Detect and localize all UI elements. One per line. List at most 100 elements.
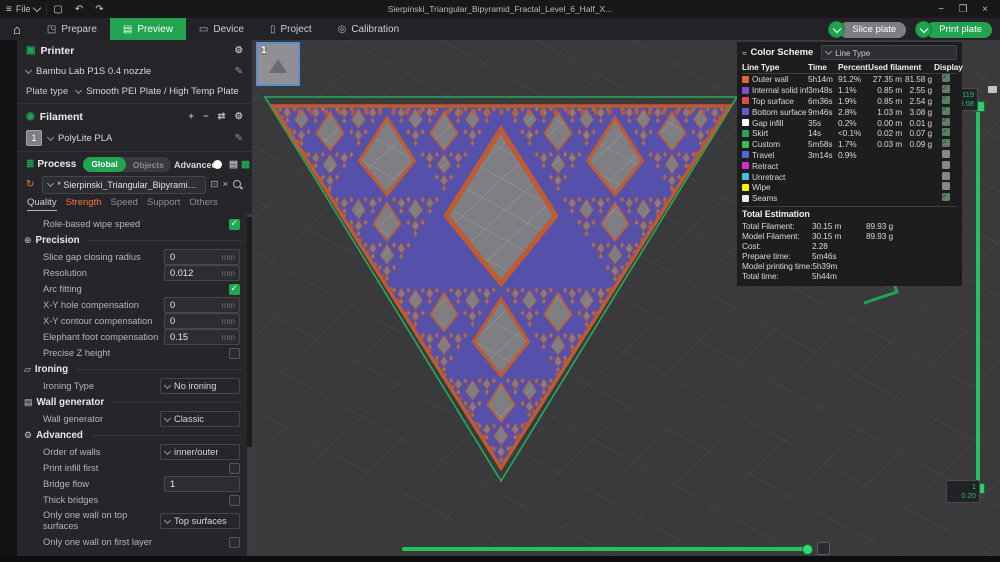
reset-preset-icon[interactable]: ↻ xyxy=(26,179,34,190)
process-scope-switch[interactable]: Global Objects xyxy=(83,157,171,172)
time-value: 5m58s xyxy=(808,139,838,149)
section-title: Advanced xyxy=(36,430,83,441)
time-value: 3m14s xyxy=(808,150,838,160)
estimation-row: Model Filament:30.15 m89.93 g xyxy=(742,231,957,241)
input-unit: mm xyxy=(222,317,239,326)
checkbox[interactable] xyxy=(229,219,240,230)
scrollbar-thumb[interactable] xyxy=(247,217,252,447)
sidebar-scrollbar[interactable] xyxy=(247,214,252,556)
process-section-header: ≣ Process Global Objects Advanced ▤ ▦ xyxy=(17,154,252,175)
minimize-button[interactable]: − xyxy=(930,4,952,15)
display-checkbox[interactable] xyxy=(942,85,950,93)
dropdown[interactable]: Classic xyxy=(160,411,240,427)
undo-button[interactable]: ↶ xyxy=(69,0,89,18)
close-button[interactable]: × xyxy=(974,4,996,15)
display-checkbox[interactable] xyxy=(942,182,950,190)
checkbox[interactable] xyxy=(229,537,240,548)
display-checkbox[interactable] xyxy=(942,172,950,180)
printer-preset-select[interactable]: Bambu Lab P1S 0.4 nozzle xyxy=(26,66,229,77)
layer-slider-track[interactable] xyxy=(976,105,980,487)
display-checkbox[interactable] xyxy=(942,74,950,82)
input-field[interactable]: 0mm xyxy=(164,297,240,313)
move-slider-track[interactable] xyxy=(402,547,812,551)
ironing-icon: ▱ xyxy=(24,364,31,375)
tab-project[interactable]: ▯Project xyxy=(257,18,325,40)
tab-calibration[interactable]: ◎Calibration xyxy=(325,18,413,40)
input-field[interactable]: 0mm xyxy=(164,249,240,265)
dropdown[interactable]: inner/outer xyxy=(160,444,240,460)
edit-filament-icon[interactable]: ✎ xyxy=(235,133,243,144)
checkbox[interactable] xyxy=(229,284,240,295)
redo-button[interactable]: ↷ xyxy=(89,0,109,18)
edit-printer-icon[interactable]: ✎ xyxy=(235,66,243,77)
dropdown[interactable]: Top surfaces xyxy=(160,513,240,529)
line-type-label: Top surface xyxy=(752,96,794,106)
display-checkbox[interactable] xyxy=(942,150,950,158)
display-checkbox[interactable] xyxy=(942,118,950,126)
input-field[interactable]: 0.15mm xyxy=(164,329,240,345)
plate-type-select[interactable]: Smooth PEI Plate / High Temp Plate xyxy=(76,86,243,97)
input-field[interactable]: 0.012mm xyxy=(164,265,240,281)
search-icon[interactable] xyxy=(232,179,243,190)
tab-device[interactable]: ▭Device xyxy=(186,18,257,40)
hamburger-icon: ≡ xyxy=(6,4,12,15)
tab-speed[interactable]: Speed xyxy=(111,197,138,208)
printer-icon: ▣ xyxy=(26,45,35,56)
move-slider-handle[interactable] xyxy=(802,544,813,555)
move-slider-end-badge[interactable] xyxy=(817,542,830,555)
add-filament-button[interactable]: + xyxy=(188,111,194,122)
home-button[interactable]: ⌂ xyxy=(0,22,34,37)
file-menu[interactable]: ≡ File xyxy=(0,0,46,18)
filament-settings-gear-icon[interactable]: ⚙ xyxy=(234,111,243,122)
tab-quality[interactable]: Quality xyxy=(27,197,57,211)
filament-preset-select[interactable]: PolyLite PLA xyxy=(48,133,229,144)
percent-value: <0.1% xyxy=(838,128,868,138)
tab-preview[interactable]: ▤Preview xyxy=(110,18,186,40)
parameter-list-icon[interactable]: ▤ xyxy=(229,159,238,170)
filament-swap-icon[interactable]: ⇄ xyxy=(218,111,226,122)
param-row: Slice gap closing radius0mm xyxy=(17,249,252,265)
percent-value: 1.1% xyxy=(838,85,868,95)
maximize-button[interactable]: ❐ xyxy=(952,4,974,15)
plate-thumbnail[interactable]: 1 xyxy=(256,42,300,86)
process-preset-select[interactable]: * Sierpinski_Triangular_Bipyramid_Fracta… xyxy=(42,176,206,194)
view-mode-select[interactable]: Line Type xyxy=(821,45,957,60)
checkbox[interactable] xyxy=(229,495,240,506)
line-type-swatch xyxy=(742,173,749,180)
delete-preset-icon[interactable]: × xyxy=(222,179,228,190)
display-checkbox[interactable] xyxy=(942,107,950,115)
input-field[interactable]: 0mm xyxy=(164,313,240,329)
display-checkbox[interactable] xyxy=(942,139,950,147)
param-label: Role-based wipe speed xyxy=(43,219,229,230)
new-project-button[interactable]: ▢ xyxy=(47,0,68,18)
remove-filament-button[interactable]: − xyxy=(203,111,209,122)
compare-presets-icon[interactable]: ▦ xyxy=(241,159,250,170)
filament-section-header: ◉ Filament + − ⇄ ⚙ xyxy=(17,106,252,127)
save-preset-icon[interactable]: ⊡ xyxy=(210,179,218,190)
input-field[interactable]: 1 xyxy=(164,476,240,492)
scope-objects[interactable]: Objects xyxy=(126,160,171,170)
legend-row: Travel3m14s0.9% xyxy=(742,150,957,161)
dropdown[interactable]: No ironing xyxy=(160,378,240,394)
display-checkbox[interactable] xyxy=(942,96,950,104)
printer-settings-gear-icon[interactable]: ⚙ xyxy=(234,45,243,56)
display-checkbox[interactable] xyxy=(942,128,950,136)
print-plate-button[interactable]: Print plate xyxy=(915,21,992,38)
checkbox[interactable] xyxy=(229,348,240,359)
display-checkbox[interactable] xyxy=(942,193,950,201)
display-checkbox[interactable] xyxy=(942,161,950,169)
checkbox[interactable] xyxy=(229,463,240,474)
param-row: Arc fitting xyxy=(17,281,252,297)
tab-prepare[interactable]: ◳Prepare xyxy=(34,18,110,40)
tab-strength[interactable]: Strength xyxy=(66,197,102,208)
collapse-icon[interactable]: ≈ xyxy=(742,48,746,58)
tab-support[interactable]: Support xyxy=(147,197,180,208)
filament-grams: 2.55 g xyxy=(904,85,934,95)
slice-plate-button[interactable]: Slice plate xyxy=(828,21,906,38)
param-label: X-Y contour compensation xyxy=(43,316,164,327)
filament-slot-badge: 1 xyxy=(26,130,42,146)
scope-global[interactable]: Global xyxy=(83,157,125,172)
redo-icon: ↷ xyxy=(95,4,103,15)
input-unit: mm xyxy=(222,333,239,342)
tab-others[interactable]: Others xyxy=(189,197,218,208)
